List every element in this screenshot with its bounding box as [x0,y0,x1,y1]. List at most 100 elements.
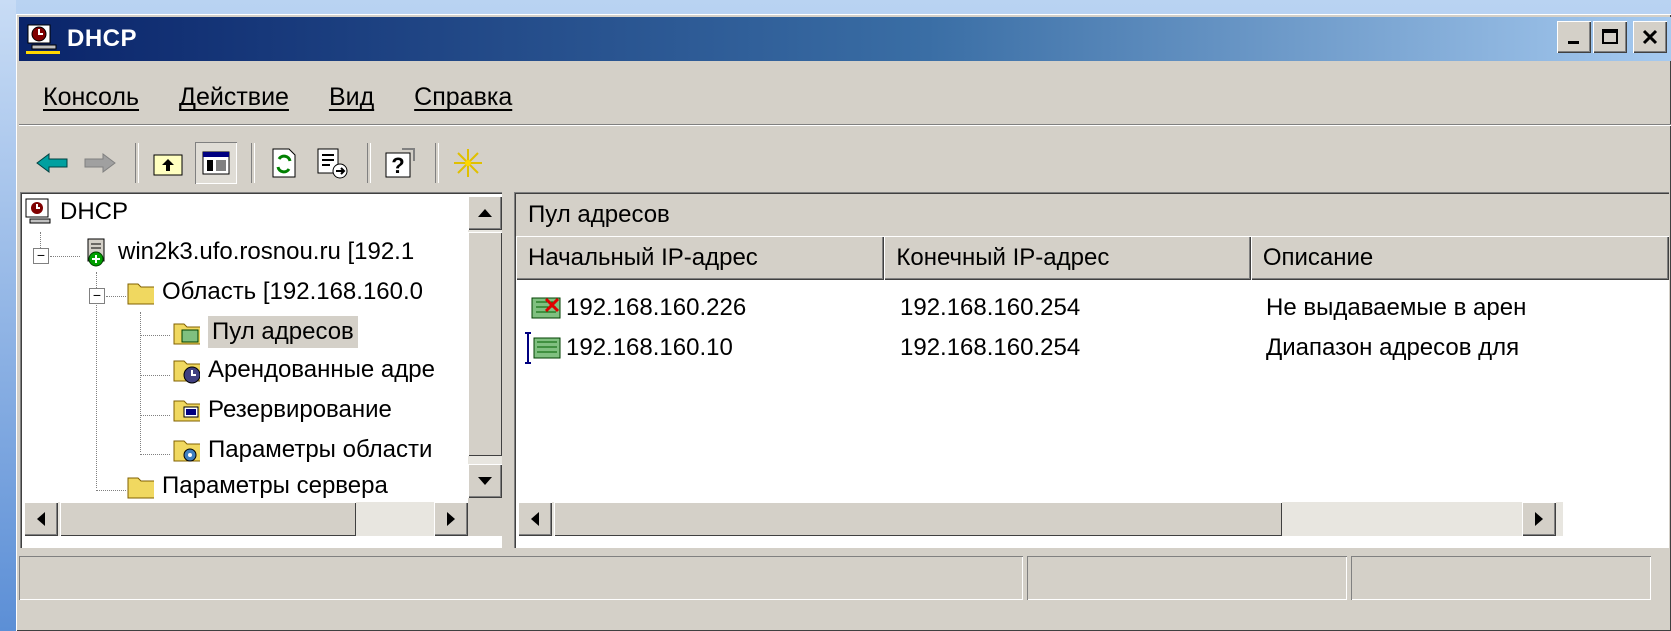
tree-item-dhcp[interactable]: DHCP [24,198,128,226]
tree-label-selected: Пул адресов [208,316,358,348]
tree-horizontal-scrollbar[interactable] [24,502,468,536]
minimize-icon [1568,41,1579,44]
refresh-icon [272,148,296,178]
export-list-button[interactable] [311,142,353,184]
export-list-icon [317,148,348,179]
folder-icon [126,472,154,500]
maximize-icon [1602,29,1618,44]
scroll-thumb[interactable] [468,232,502,456]
title-bar[interactable]: DHCP [19,17,1671,61]
server-icon [82,238,110,267]
toolbar-separator [135,143,139,183]
status-segment-2 [1027,556,1347,600]
close-icon [1642,29,1658,45]
column-header-start-ip[interactable]: Начальный IP-адрес [516,236,885,280]
leases-icon [172,356,200,384]
tree-label: win2k3.ufo.rosnou.ru [192.1 [118,238,415,265]
table-row[interactable]: 192.168.160.226 192.168.160.254 Не выдав… [516,288,1564,328]
status-segment-main [19,556,1023,600]
desktop-edge [0,0,16,631]
triangle-left-icon [37,512,45,526]
toolbar-separator [367,143,371,183]
cell-start-ip: 192.168.160.10 [516,331,886,365]
tree-label: DHCP [60,198,129,225]
column-header-description[interactable]: Описание [1250,236,1669,280]
forward-arrow-icon [84,153,116,173]
show-hide-tree-icon [202,151,230,175]
column-header-end-ip[interactable]: Конечный IP-адрес [884,236,1251,280]
menu-console[interactable]: Консоль [19,83,159,112]
scroll-right-button[interactable] [434,502,468,536]
cell-description: Диапазон адресов для [1266,334,1520,361]
folder-icon [126,278,154,306]
console-tree[interactable]: DHCP − win2k3.ufo.rosnou.ru [192.1 − Обл… [20,192,502,548]
forward-button[interactable] [79,142,121,184]
reservations-icon [172,396,200,424]
pane-title: Пул адресов [516,194,1669,236]
tree-line [140,335,170,336]
cell-start-ip: 192.168.160.226 [516,294,886,322]
status-bar [19,552,1669,604]
collapse-toggle[interactable]: − [89,288,105,304]
triangle-right-icon [1535,512,1543,526]
triangle-down-icon [478,477,492,485]
menu-action[interactable]: Действие [159,83,309,112]
excluded-range-icon [531,297,561,319]
tree-label: Область [192.168.160.0 [162,278,423,305]
tree-line [50,256,80,257]
refresh-button[interactable] [263,142,305,184]
cell-end-ip: 192.168.160.254 [900,294,1081,321]
maximize-button[interactable] [1593,21,1627,53]
table-row[interactable]: 192.168.160.10 192.168.160.254 Диапазон … [516,328,1564,368]
tree-item-leases[interactable]: Арендованные адре [172,356,435,384]
minimize-button[interactable] [1557,21,1591,53]
scroll-left-button[interactable] [518,502,552,536]
new-action-button[interactable] [447,142,489,184]
scroll-up-button[interactable] [468,196,502,230]
start-ip-text: 192.168.160.226 [566,294,747,321]
cell-end-ip: 192.168.160.254 [900,334,1081,361]
menu-view[interactable]: Вид [309,83,394,112]
tree-item-scope[interactable]: Область [192.168.160.0 [126,278,423,306]
help-button[interactable]: ? [379,142,421,184]
dhcp-window: DHCP Консоль Действие Вид Справка ? DHCP… [16,14,1671,631]
scroll-thumb[interactable] [554,502,1282,536]
tree-line [140,415,170,416]
tree-item-scope-options[interactable]: Параметры области [172,436,432,464]
tree-line [106,296,126,297]
scroll-corner [468,498,502,536]
tree-label: Параметры области [208,436,433,463]
scroll-left-button[interactable] [24,502,58,536]
tree-vertical-scrollbar[interactable] [468,196,502,498]
window-title: DHCP [67,25,138,52]
collapse-toggle[interactable]: − [33,248,49,264]
tree-item-reservations[interactable]: Резервирование [172,396,392,424]
menu-bar: Консоль Действие Вид Справка [19,76,1671,118]
tree-item-address-pool[interactable]: Пул адресов [172,316,358,348]
show-hide-tree-button[interactable] [195,142,237,184]
tree-item-server[interactable]: win2k3.ufo.rosnou.ru [192.1 [82,238,415,267]
close-button[interactable] [1633,21,1667,53]
address-range-icon [525,332,561,364]
tree-item-server-options[interactable]: Параметры сервера [126,472,388,500]
status-segment-3 [1351,556,1651,600]
back-button[interactable] [31,142,73,184]
scroll-thumb[interactable] [60,502,356,536]
scroll-right-button[interactable] [1522,502,1556,536]
window-controls [1557,21,1667,53]
up-level-button[interactable] [147,142,189,184]
scroll-down-button[interactable] [468,464,502,498]
triangle-up-icon [478,209,492,217]
menu-help[interactable]: Справка [394,83,532,112]
svg-text:?: ? [391,153,404,178]
up-folder-icon [153,154,183,176]
tree-line [140,375,170,376]
dhcp-app-icon [23,21,63,57]
toolbar-separator [251,143,255,183]
back-arrow-icon [36,153,68,173]
tree-label: Резервирование [208,396,392,423]
dhcp-icon [24,198,52,226]
details-horizontal-scrollbar[interactable] [518,502,1563,536]
new-scope-star-icon [454,149,482,177]
tree-line [140,454,170,455]
